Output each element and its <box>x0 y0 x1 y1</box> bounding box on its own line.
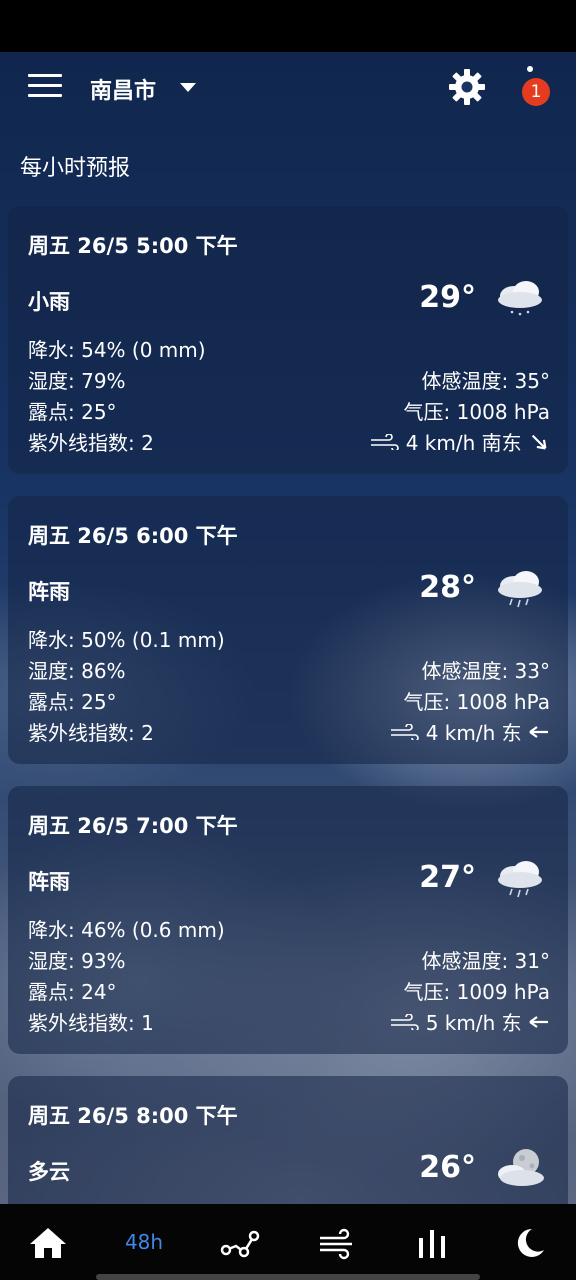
precipitation-text: 降水: 54% (0 mm) <box>28 338 206 362</box>
nav-hourly-label: 48h <box>124 1230 164 1254</box>
nav-hourly[interactable]: 48h <box>96 1204 192 1280</box>
forecast-time: 周五 26/5 7:00 下午 <box>28 814 238 838</box>
pressure-text: 气压: 1008 hPa <box>403 400 550 424</box>
graph-icon <box>220 1230 260 1258</box>
menu-icon[interactable] <box>28 74 62 100</box>
wind-direction-icon <box>529 725 548 738</box>
wind-icon <box>391 1013 420 1030</box>
forecast-temperature: 27° <box>419 860 476 895</box>
forecast-condition: 多云 <box>28 1160 70 1184</box>
forecast-card[interactable]: 周五 26/5 7:00 下午 阵雨 27° 降水: 46% (0.6 mm) … <box>8 786 568 1054</box>
showers-icon <box>498 861 542 898</box>
moon-icon <box>517 1228 544 1257</box>
nav-wind[interactable] <box>288 1204 384 1280</box>
bar-chart-icon <box>419 1230 445 1258</box>
gesture-bar[interactable] <box>96 1274 480 1280</box>
dew-point-text: 露点: 25° <box>28 690 117 714</box>
notification-dot <box>527 66 533 72</box>
wind-row: 5 km/h 东 <box>389 1007 550 1036</box>
forecast-card[interactable]: 周五 26/5 5:00 下午 小雨 29° 降水: 54% (0 mm) 湿度… <box>8 206 568 474</box>
wind-icon <box>371 433 400 450</box>
wind-icon <box>320 1228 352 1260</box>
showers-icon <box>498 571 542 608</box>
forecast-card[interactable]: 周五 26/5 8:00 下午 多云 26° <box>8 1076 568 1204</box>
humidity-text: 湿度: 79% <box>28 369 126 393</box>
city-name[interactable]: 南昌市 <box>90 73 156 105</box>
forecast-time: 周五 26/5 6:00 下午 <box>28 524 238 548</box>
wind-direction-icon <box>529 1015 548 1028</box>
feels-like-text: 体感温度: 31° <box>421 949 550 973</box>
forecast-temperature: 29° <box>419 280 476 315</box>
chevron-down-icon[interactable] <box>180 83 196 92</box>
wind-row: 4 km/h 南东 <box>369 427 550 456</box>
wind-text: 4 km/h 南东 <box>405 431 522 455</box>
wind-text: 4 km/h 东 <box>425 721 522 745</box>
dew-point-text: 露点: 24° <box>28 980 117 1004</box>
wind-icon <box>391 723 420 740</box>
pressure-text: 气压: 1009 hPa <box>403 980 550 1004</box>
uv-index-text: 紫外线指数: 2 <box>28 721 154 745</box>
forecast-temperature: 28° <box>419 570 476 605</box>
forecast-condition: 阵雨 <box>28 580 70 604</box>
humidity-text: 湿度: 93% <box>28 949 126 973</box>
precipitation-text: 降水: 46% (0.6 mm) <box>28 918 225 942</box>
light-rain-icon <box>498 281 542 316</box>
status-bar <box>0 0 576 52</box>
nav-chart[interactable] <box>384 1204 480 1280</box>
precipitation-text: 降水: 50% (0.1 mm) <box>28 628 225 652</box>
dew-point-text: 露点: 25° <box>28 400 117 424</box>
cloudy-night-icon <box>498 1149 544 1186</box>
humidity-text: 湿度: 86% <box>28 659 126 683</box>
wind-direction-icon <box>531 434 547 449</box>
feels-like-text: 体感温度: 35° <box>421 369 550 393</box>
wind-text: 5 km/h 东 <box>425 1011 522 1035</box>
pressure-text: 气压: 1008 hPa <box>403 690 550 714</box>
bottom-navigation: 48h <box>0 1204 576 1280</box>
forecast-time: 周五 26/5 8:00 下午 <box>28 1104 238 1128</box>
nav-graph[interactable] <box>192 1204 288 1280</box>
forecast-time: 周五 26/5 5:00 下午 <box>28 234 238 258</box>
uv-index-text: 紫外线指数: 2 <box>28 431 154 455</box>
home-icon <box>30 1228 66 1258</box>
nav-home[interactable] <box>0 1204 96 1280</box>
notification-badge: 1 <box>522 78 550 106</box>
gear-icon[interactable] <box>447 67 487 107</box>
feels-like-text: 体感温度: 33° <box>421 659 550 683</box>
nav-night[interactable] <box>480 1204 576 1280</box>
notification-button[interactable]: 1 <box>518 64 554 106</box>
section-title: 每小时预报 <box>20 156 131 181</box>
forecast-condition: 小雨 <box>28 290 70 314</box>
uv-index-text: 紫外线指数: 1 <box>28 1011 154 1035</box>
forecast-card[interactable]: 周五 26/5 6:00 下午 阵雨 28° 降水: 50% (0.1 mm) … <box>8 496 568 764</box>
wind-row: 4 km/h 东 <box>389 717 550 746</box>
forecast-condition: 阵雨 <box>28 870 70 894</box>
forecast-temperature: 26° <box>419 1150 476 1185</box>
